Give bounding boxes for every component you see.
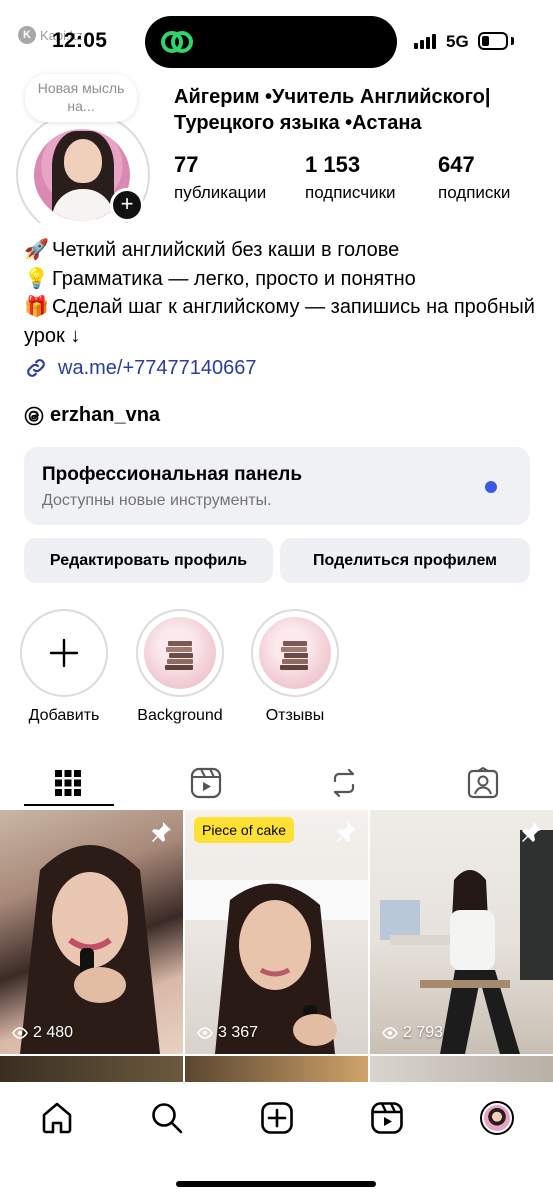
stat-posts[interactable]: 77 публикации	[174, 152, 305, 205]
highlight-label: Background	[137, 707, 223, 724]
pro-panel-subtitle: Доступны новые инструменты.	[42, 492, 272, 509]
profile-name: Айгерим •Учитель Английского| Турецкого …	[174, 86, 491, 134]
highlight-label: Добавить	[28, 707, 100, 724]
pin-icon	[337, 822, 356, 842]
repost-icon	[333, 768, 355, 798]
pro-panel-title: Профессиональная панель	[42, 464, 303, 485]
view-count-text: 2 793	[403, 1024, 444, 1041]
stat-label: публикации	[174, 183, 267, 202]
profile-bio: 🚀 Четкий английский без каши в голове 💡 Гр…	[24, 236, 544, 350]
highlight-background[interactable]: Background	[134, 609, 226, 725]
stat-label: подписчики	[305, 183, 396, 202]
signal-icon	[414, 33, 436, 49]
gift-icon: 🎁	[24, 296, 49, 318]
tagged-icon	[467, 767, 499, 799]
post-thumbnail[interactable]: Piece of cake 3 367	[185, 810, 368, 1054]
threads-handle: erzhan_vna	[50, 404, 161, 426]
bio-line: 🎁 Сделай шаг к английскому — запишись на …	[24, 293, 544, 350]
view-count-text: 3 367	[218, 1024, 259, 1041]
books-icon	[144, 617, 216, 689]
professional-panel[interactable]: Профессиональная панель Доступны новые и…	[24, 447, 530, 525]
link-text[interactable]: wa.me/+77477140667	[58, 357, 257, 380]
avatar-face	[64, 139, 102, 183]
tab-tagged[interactable]	[437, 758, 529, 808]
profile-avatar-icon	[480, 1101, 514, 1135]
link-icon	[27, 359, 45, 377]
status-bar: K Kapi.kz 12:05 5G	[0, 0, 553, 80]
pin-icon	[152, 822, 171, 842]
bio-text: Сделай шаг к английскому — запишись на п…	[24, 296, 535, 347]
photo-person	[185, 880, 368, 1054]
books-icon	[259, 617, 331, 689]
stat-following[interactable]: 647 подписки	[438, 152, 510, 205]
stat-value: 647	[438, 152, 475, 177]
photo-person	[380, 830, 553, 1054]
nav-profile[interactable]	[477, 1098, 517, 1138]
pin-icon	[522, 822, 541, 842]
post-tag: Piece of cake	[194, 817, 295, 843]
reels-icon	[190, 767, 222, 799]
note-bubble[interactable]: Новая мысль на...	[25, 74, 137, 122]
bio-line: 🚀 Четкий английский без каши в голове	[24, 236, 544, 265]
highlight-circle[interactable]	[136, 609, 224, 697]
threads-icon	[24, 406, 44, 425]
link-activity-icon	[161, 31, 193, 53]
post-thumbnail[interactable]: 2 480	[0, 810, 183, 1054]
view-count: 2 480	[12, 1024, 73, 1042]
battery-icon	[478, 32, 508, 50]
bio-text: Грамматика — легко, просто и понятно	[52, 267, 416, 290]
view-count: 3 367	[197, 1024, 258, 1042]
create-icon	[261, 1102, 293, 1134]
photo-person	[20, 845, 160, 1054]
lightbulb-icon: 💡	[24, 267, 49, 290]
network-type: 5G	[446, 32, 469, 51]
bio-line: 💡 Грамматика — легко, просто и понятно	[24, 265, 544, 294]
grid-icon	[55, 770, 81, 796]
nav-home[interactable]	[37, 1098, 77, 1138]
stat-value: 77	[174, 152, 199, 177]
reels-icon	[371, 1102, 403, 1134]
battery-cap	[511, 37, 514, 45]
highlight-circle[interactable]	[20, 609, 108, 697]
tab-reels[interactable]	[160, 758, 252, 808]
bio-text: Четкий английский без каши в голове	[52, 239, 400, 261]
highlight-label: Отзывы	[265, 707, 325, 724]
search-icon	[152, 1103, 183, 1134]
highlight-reviews[interactable]: Отзывы	[249, 609, 341, 725]
highlight-add[interactable]: Добавить	[18, 609, 110, 725]
tab-reposts[interactable]	[298, 758, 390, 808]
profile-stats: 77 публикации 1 153 подписчики 647 подпи…	[174, 152, 510, 205]
tab-grid[interactable]	[22, 758, 114, 808]
stat-value: 1 153	[305, 152, 361, 177]
view-count-text: 2 480	[33, 1024, 74, 1041]
watermark-logo-icon: K	[18, 26, 36, 44]
dynamic-island	[145, 16, 397, 68]
stat-followers[interactable]: 1 153 подписчики	[305, 152, 438, 205]
eye-icon	[12, 1027, 28, 1039]
view-count: 2 793	[382, 1024, 443, 1042]
nav-search[interactable]	[147, 1098, 187, 1138]
notification-dot	[485, 481, 497, 493]
eye-icon	[197, 1027, 213, 1039]
share-profile-button[interactable]: Поделиться профилем	[280, 538, 530, 583]
edit-profile-button[interactable]: Редактировать профиль	[24, 538, 273, 583]
threads-link[interactable]: erzhan_vna	[24, 404, 160, 427]
post-thumbnail[interactable]: 2 793	[370, 810, 553, 1054]
active-tab-indicator	[24, 804, 114, 806]
eye-icon	[382, 1027, 398, 1039]
stat-label: подписки	[438, 183, 511, 202]
posts-grid: 2 480 Piece of cake 3 367 2 793	[0, 810, 553, 1090]
home-icon	[42, 1102, 72, 1134]
nav-create[interactable]	[257, 1098, 297, 1138]
add-story-icon[interactable]: +	[110, 188, 144, 222]
profile-tabs	[0, 758, 553, 808]
nav-reels[interactable]	[367, 1098, 407, 1138]
status-time: 12:05	[52, 29, 108, 52]
highlight-circle[interactable]	[251, 609, 339, 697]
home-indicator[interactable]	[176, 1181, 376, 1187]
plus-icon	[22, 611, 106, 695]
profile-link[interactable]: wa.me/+77477140667	[24, 356, 257, 380]
rocket-icon: 🚀	[24, 239, 49, 261]
